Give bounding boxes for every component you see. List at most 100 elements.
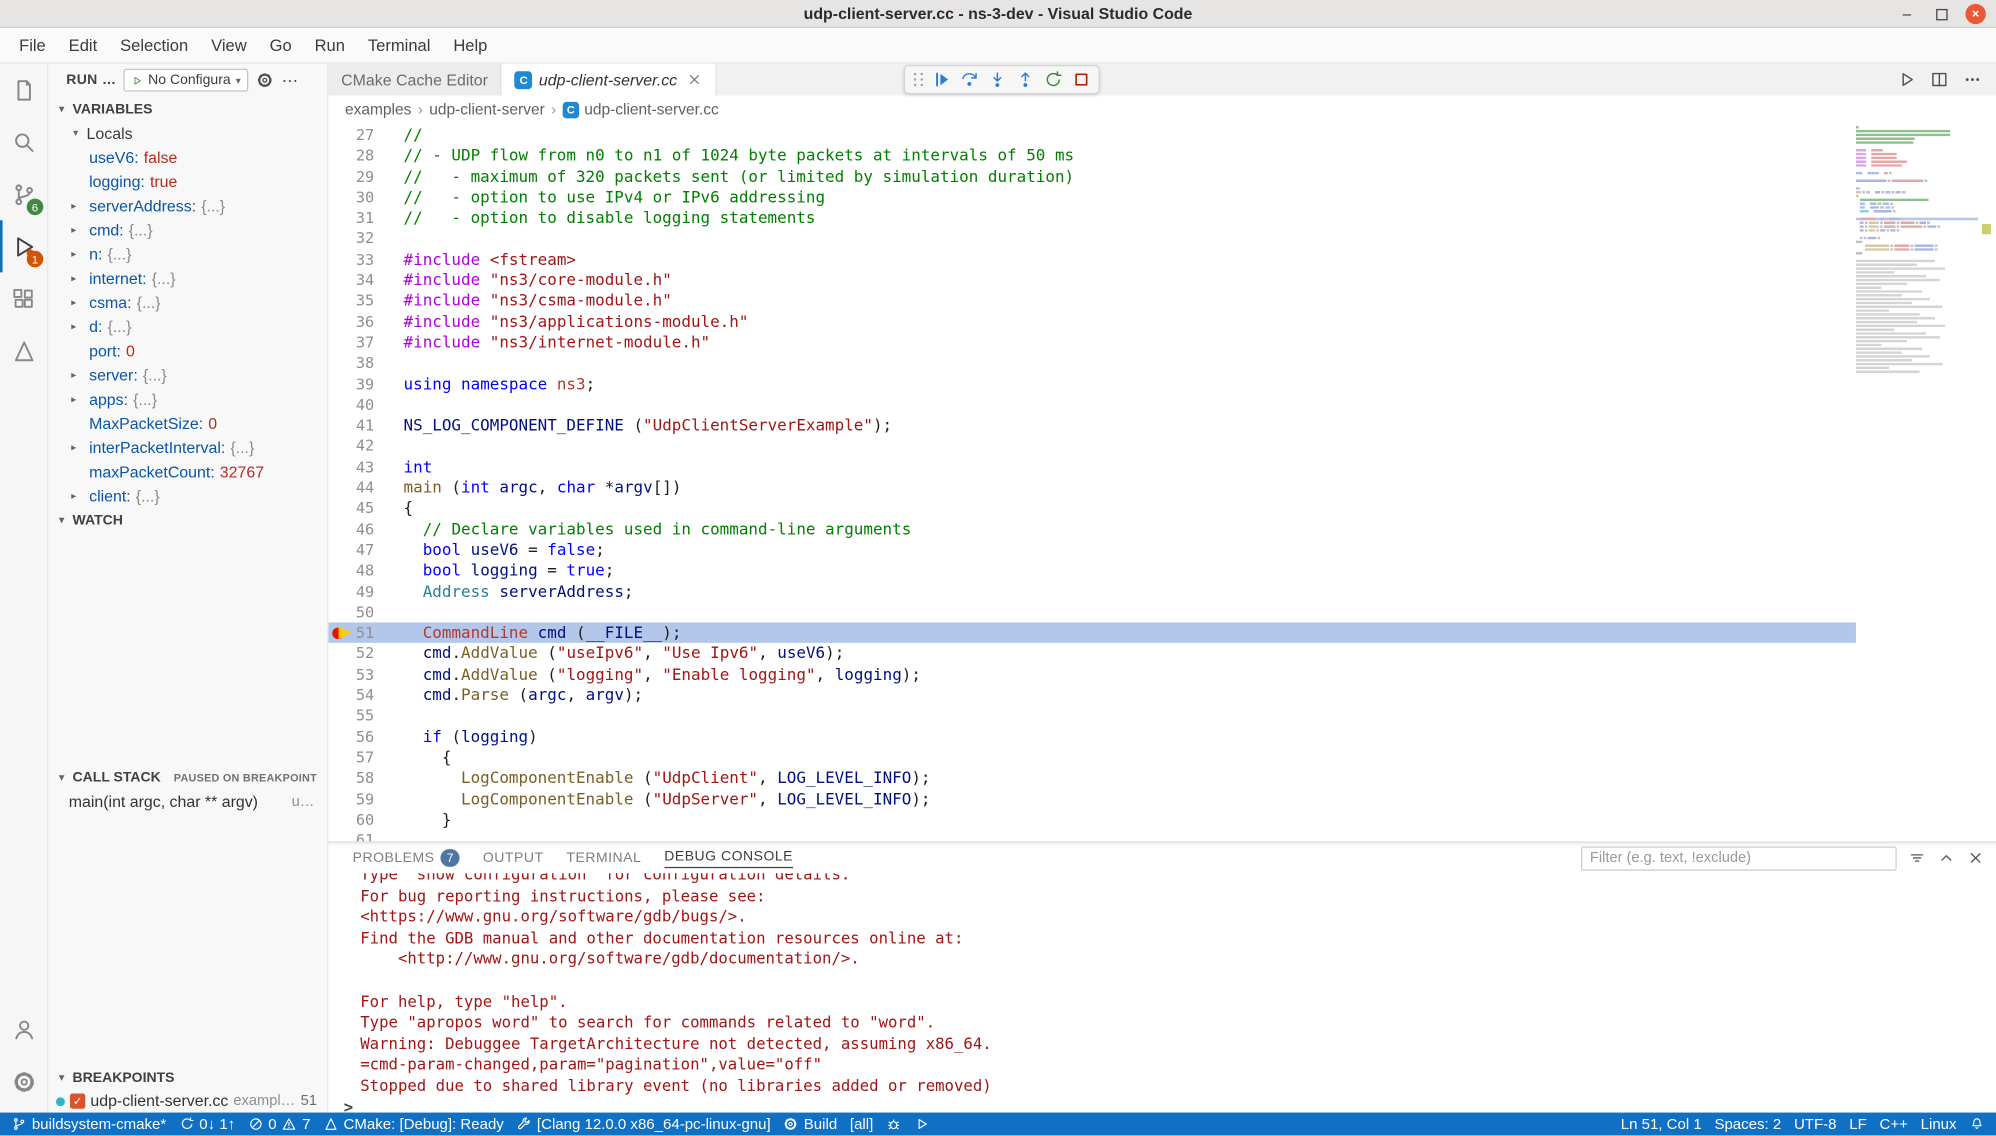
code-line-60[interactable]: 60 }: [328, 809, 1856, 830]
activitybar-cmake[interactable]: [0, 325, 47, 377]
menu-go[interactable]: Go: [258, 28, 303, 62]
code-line-34[interactable]: 34#include "ns3/core-module.h": [328, 270, 1856, 291]
code-line-30[interactable]: 30// - option to use IPv4 or IPv6 addres…: [328, 187, 1856, 208]
statusbar-cmake-build[interactable]: Build: [777, 1113, 843, 1136]
statusbar-eol[interactable]: LF: [1843, 1113, 1873, 1136]
code-line-42[interactable]: 42: [328, 436, 1856, 457]
code-line-59[interactable]: 59 LogComponentEnable ("UdpServer", LOG_…: [328, 789, 1856, 810]
code-line-50[interactable]: 50: [328, 602, 1856, 623]
code-line-35[interactable]: 35#include "ns3/csma-module.h": [328, 291, 1856, 312]
activitybar-accounts[interactable]: [0, 1003, 47, 1055]
close-icon[interactable]: [686, 71, 703, 88]
restart-button[interactable]: [1040, 67, 1065, 92]
debug-configuration-select[interactable]: No Configura ▾: [124, 69, 249, 92]
code-line-27[interactable]: 27//: [328, 125, 1856, 146]
stack-frame[interactable]: main(int argc, char ** argv) u…: [48, 789, 327, 813]
run-file-icon[interactable]: [1897, 70, 1916, 89]
close-window-icon[interactable]: ×: [1965, 4, 1985, 24]
code-line-40[interactable]: 40: [328, 394, 1856, 415]
statusbar-launch-target[interactable]: [908, 1113, 936, 1136]
code-line-56[interactable]: 56 if (logging): [328, 726, 1856, 747]
breadcrumb-item[interactable]: examples: [345, 101, 411, 119]
chevron-up-icon[interactable]: [1937, 849, 1955, 867]
breadcrumb-item[interactable]: Cudp-client-server.cc: [563, 101, 719, 119]
split-editor-icon[interactable]: [1930, 70, 1949, 89]
step-out-button[interactable]: [1012, 67, 1037, 92]
statusbar-cmake-status[interactable]: CMake: [Debug]: Ready: [317, 1113, 510, 1136]
activitybar-source-control[interactable]: 6: [0, 168, 47, 220]
code-line-54[interactable]: 54 cmd.Parse (argc, argv);: [328, 685, 1856, 706]
breakpoints-section-header[interactable]: ▾ BREAKPOINTS: [48, 1065, 327, 1089]
editor-tab[interactable]: CMake Cache Editor: [328, 64, 502, 96]
statusbar-language-mode[interactable]: C++: [1873, 1113, 1914, 1136]
variable-row[interactable]: useV6:false: [48, 145, 327, 169]
debug-console-input[interactable]: >: [344, 1097, 1996, 1113]
code-line-61[interactable]: 61: [328, 830, 1856, 841]
menu-help[interactable]: Help: [442, 28, 499, 62]
activitybar-explorer[interactable]: [0, 64, 47, 116]
minimize-icon[interactable]: –: [1897, 4, 1917, 24]
call-stack-section-header[interactable]: ▾ CALL STACK PAUSED ON BREAKPOINT: [48, 765, 327, 789]
code-line-55[interactable]: 55: [328, 706, 1856, 727]
code-line-31[interactable]: 31// - option to disable logging stateme…: [328, 208, 1856, 229]
menu-run[interactable]: Run: [303, 28, 356, 62]
drag-handle[interactable]: [910, 67, 925, 92]
panel-tab-problems[interactable]: PROBLEMS7: [341, 843, 471, 874]
variables-section-header[interactable]: ▾ VARIABLES: [48, 97, 327, 121]
close-icon[interactable]: [1967, 849, 1985, 867]
variable-row[interactable]: maxPacketCount:32767: [48, 460, 327, 484]
variable-row[interactable]: MaxPacketSize:0: [48, 411, 327, 435]
variable-row[interactable]: ▸n:{...}: [48, 242, 327, 266]
minimap[interactable]: [1856, 126, 1978, 374]
panel-tab-terminal[interactable]: TERMINAL: [555, 843, 653, 874]
filter-lines-icon[interactable]: [1908, 849, 1926, 867]
panel-tab-debug-console[interactable]: DEBUG CONSOLE: [653, 843, 805, 874]
variable-row[interactable]: port:0: [48, 339, 327, 363]
statusbar-cursor-position[interactable]: Ln 51, Col 1: [1614, 1113, 1708, 1136]
code-line-44[interactable]: 44main (int argc, char *argv[]): [328, 477, 1856, 498]
code-line-33[interactable]: 33#include <fstream>: [328, 249, 1856, 270]
statusbar-debug-target[interactable]: [880, 1113, 908, 1136]
variable-row[interactable]: ▸d:{...}: [48, 314, 327, 338]
menu-selection[interactable]: Selection: [109, 28, 200, 62]
code-line-32[interactable]: 32: [328, 228, 1856, 249]
statusbar-cmake-target[interactable]: [all]: [844, 1113, 880, 1136]
panel-tab-output[interactable]: OUTPUT: [471, 843, 555, 874]
step-into-button[interactable]: [984, 67, 1009, 92]
console-filter-input[interactable]: [1581, 846, 1897, 870]
variable-row[interactable]: ▸internet:{...}: [48, 266, 327, 290]
statusbar-cmake-kit[interactable]: [Clang 12.0.0 x86_64-pc-linux-gnu]: [510, 1113, 777, 1136]
code-line-41[interactable]: 41NS_LOG_COMPONENT_DEFINE ("UdpClientSer…: [328, 415, 1856, 436]
start-debug-icon[interactable]: [132, 74, 143, 85]
code-line-38[interactable]: 38: [328, 353, 1856, 374]
activitybar-run-and-debug[interactable]: 1: [0, 220, 47, 272]
editor-tab[interactable]: Cudp-client-server.cc: [502, 64, 717, 96]
menu-file[interactable]: File: [8, 28, 58, 62]
statusbar-problems[interactable]: 07: [242, 1113, 317, 1136]
variable-row[interactable]: ▸apps:{...}: [48, 387, 327, 411]
code-line-53[interactable]: 53 cmd.AddValue ("logging", "Enable logg…: [328, 664, 1856, 685]
variable-row[interactable]: logging:true: [48, 169, 327, 193]
menu-view[interactable]: View: [200, 28, 258, 62]
activitybar-extensions[interactable]: [0, 272, 47, 324]
editor-scrollbar[interactable]: [1978, 123, 1996, 841]
more-actions-icon[interactable]: [1963, 70, 1982, 89]
code-line-49[interactable]: 49 Address serverAddress;: [328, 581, 1856, 602]
code-line-58[interactable]: 58 LogComponentEnable ("UdpClient", LOG_…: [328, 768, 1856, 789]
variable-row[interactable]: ▸client:{...}: [48, 484, 327, 508]
code-line-46[interactable]: 46 // Declare variables used in command-…: [328, 519, 1856, 540]
debug-console[interactable]: Type "show configuration" for configurat…: [328, 873, 1996, 1112]
code-line-29[interactable]: 29// - maximum of 320 packets sent (or l…: [328, 166, 1856, 187]
code-line-48[interactable]: 48 bool logging = true;: [328, 560, 1856, 581]
statusbar-git-branch[interactable]: buildsystem-cmake*: [5, 1113, 172, 1136]
statusbar-git-sync[interactable]: 0↓ 1↑: [173, 1113, 242, 1136]
code-line-57[interactable]: 57 {: [328, 747, 1856, 768]
variable-row[interactable]: ▸csma:{...}: [48, 290, 327, 314]
code-line-39[interactable]: 39using namespace ns3;: [328, 374, 1856, 395]
maximize-icon[interactable]: [1931, 4, 1951, 24]
statusbar-encoding[interactable]: UTF-8: [1788, 1113, 1843, 1136]
menu-edit[interactable]: Edit: [57, 28, 108, 62]
variable-row[interactable]: ▸cmd:{...}: [48, 218, 327, 242]
code-line-47[interactable]: 47 bool useV6 = false;: [328, 540, 1856, 561]
statusbar-notifications[interactable]: [1963, 1113, 1991, 1136]
